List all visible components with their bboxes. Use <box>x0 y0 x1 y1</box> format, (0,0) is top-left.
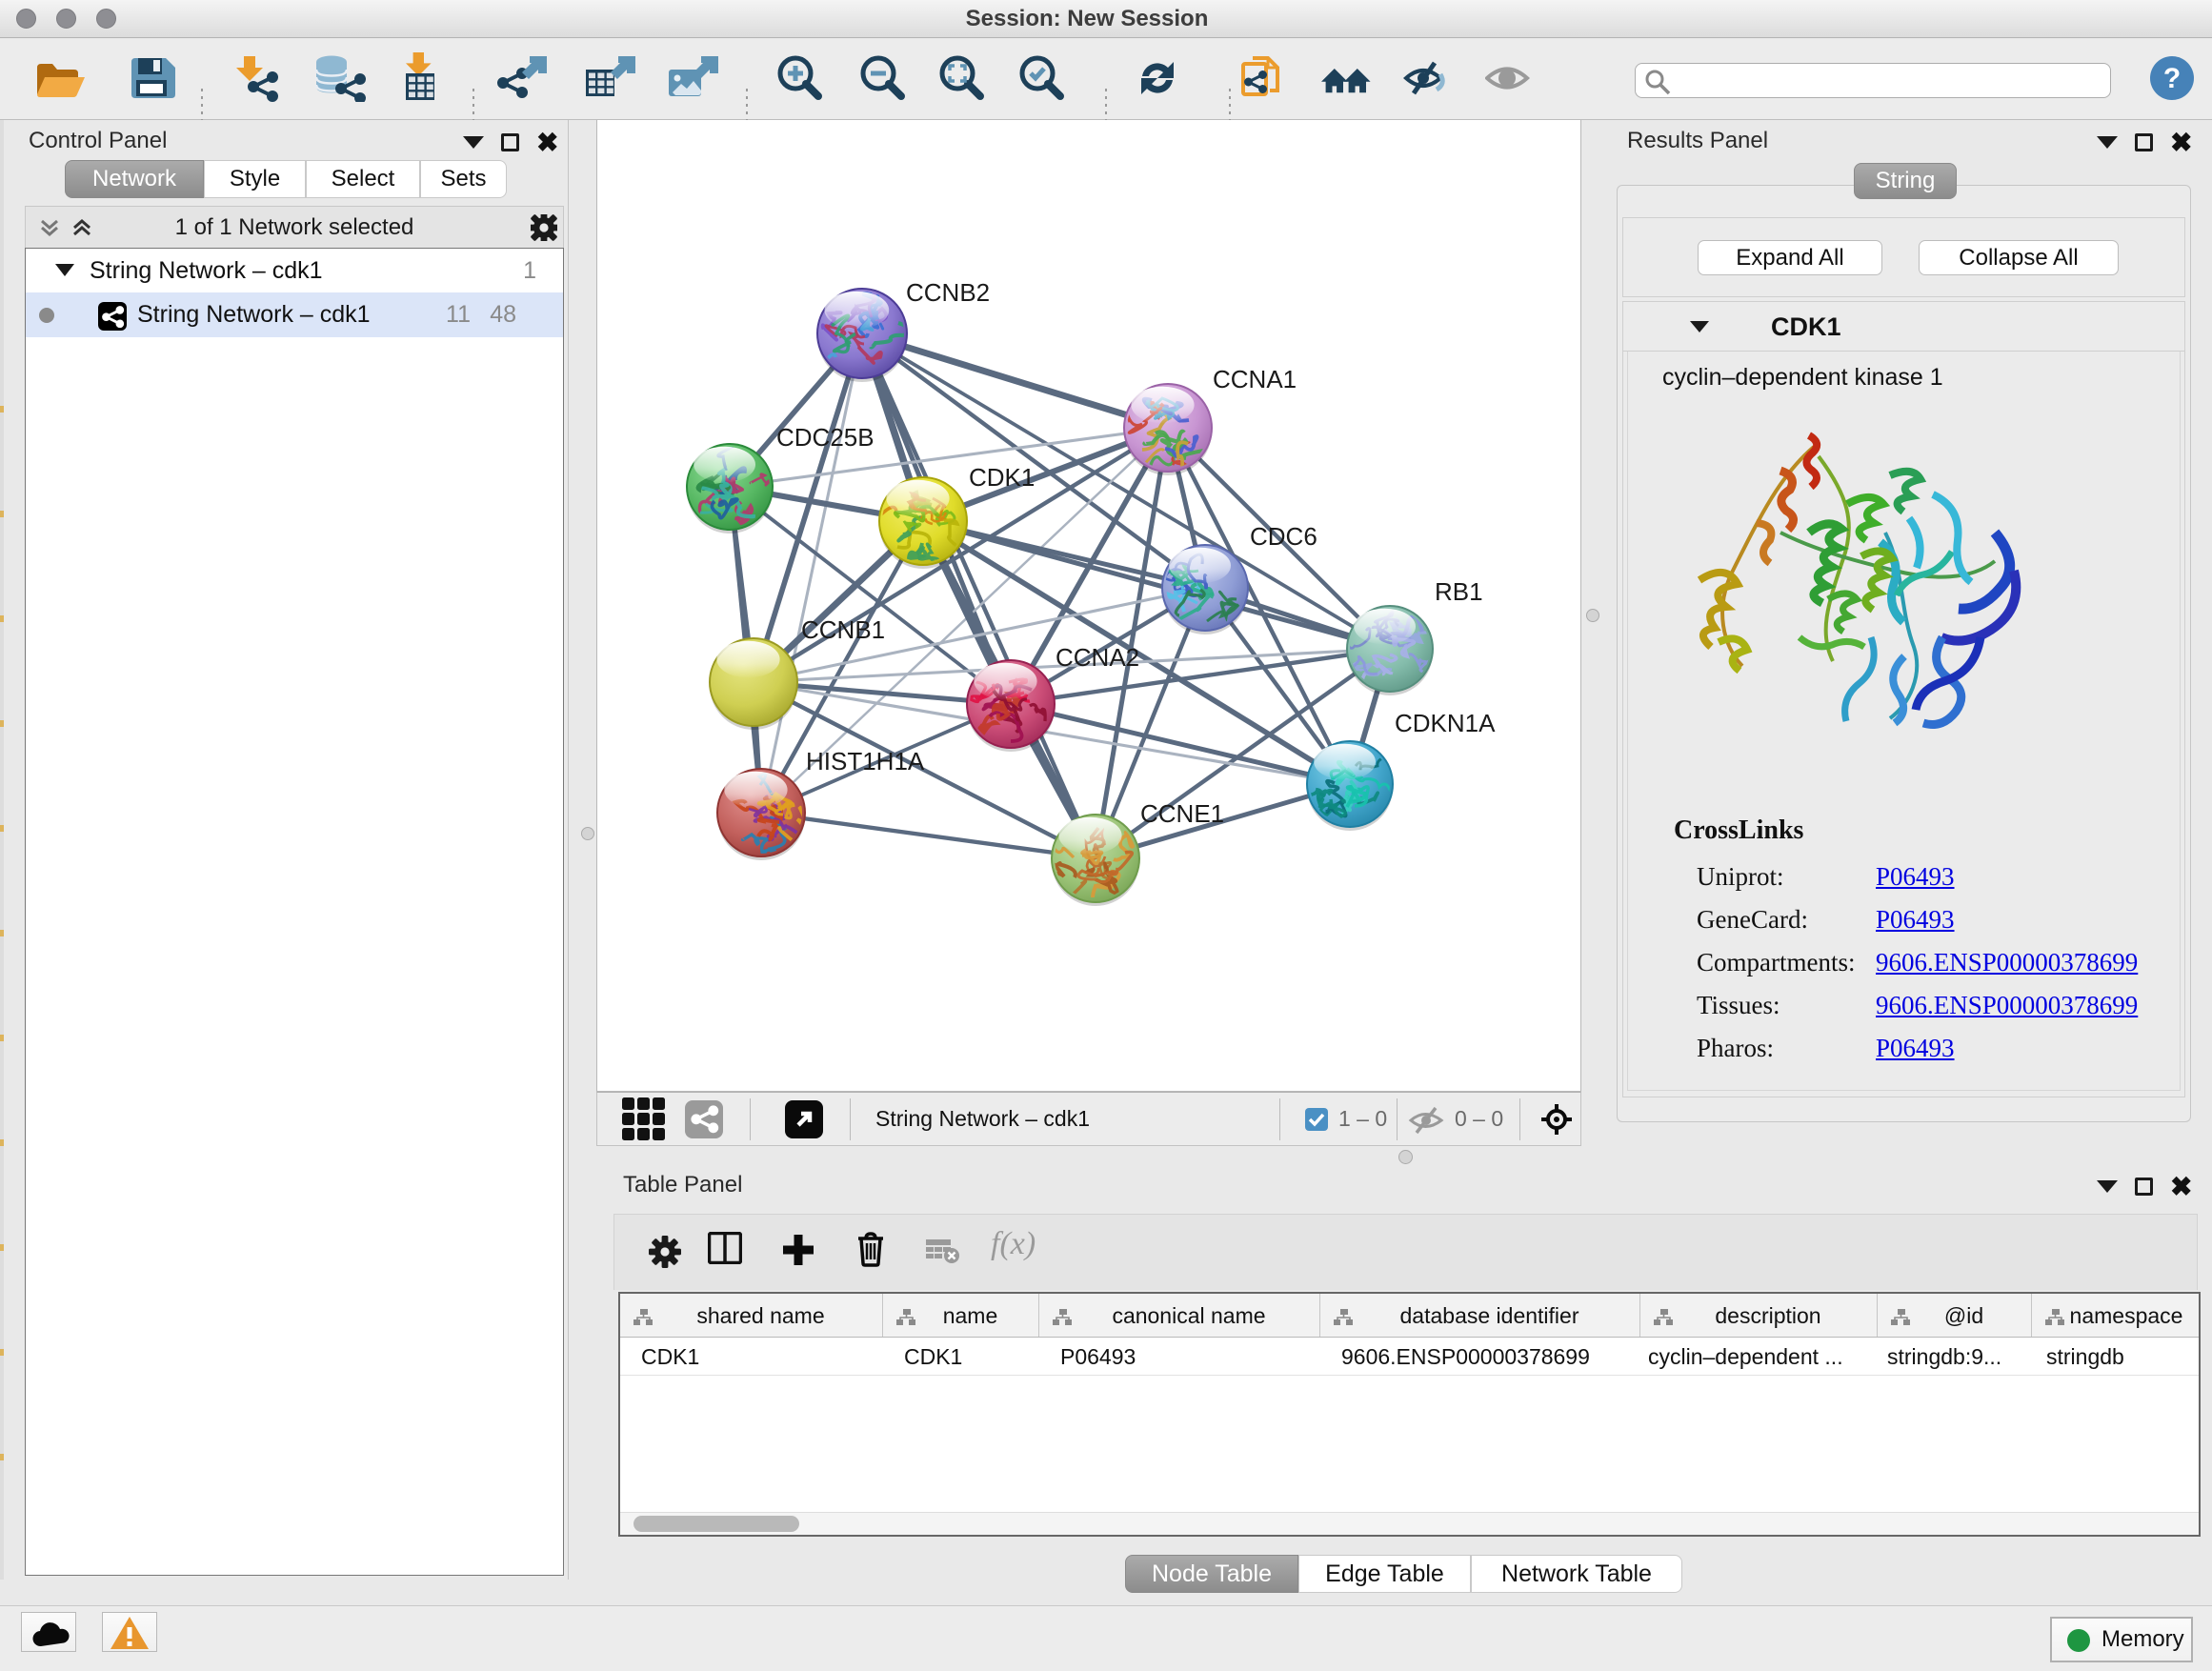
svg-text:HIST1H1A: HIST1H1A <box>806 747 925 775</box>
svg-text:CCNA1: CCNA1 <box>1213 365 1297 393</box>
svg-text:CDC25B: CDC25B <box>776 423 875 452</box>
svg-text:RB1: RB1 <box>1435 577 1483 606</box>
svg-text:CDC6: CDC6 <box>1250 522 1317 551</box>
svg-text:CCNE1: CCNE1 <box>1140 799 1224 828</box>
svg-text:CDK1: CDK1 <box>969 463 1035 492</box>
svg-text:CCNA2: CCNA2 <box>1056 643 1139 672</box>
svg-text:CDKN1A: CDKN1A <box>1395 709 1496 737</box>
svg-text:?: ? <box>2163 63 2181 94</box>
svg-text:CCNB1: CCNB1 <box>801 615 885 644</box>
svg-text:CCNB2: CCNB2 <box>906 278 990 307</box>
